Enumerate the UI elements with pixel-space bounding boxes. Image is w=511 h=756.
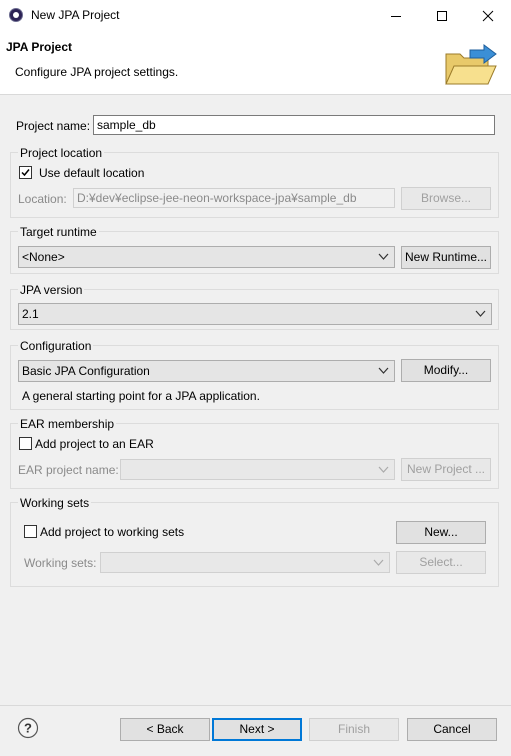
finish-button[interactable]: Finish [309,718,399,741]
new-runtime-button[interactable]: New Runtime... [401,246,491,269]
checkmark-icon [21,169,30,177]
target-runtime-group-label: Target runtime [18,225,99,239]
working-sets-label: Working sets: [24,556,97,570]
chevron-down-icon [475,310,486,317]
modify-button[interactable]: Modify... [401,359,491,382]
add-to-ear-label: Add project to an EAR [35,437,154,451]
project-location-group-label: Project location [18,146,105,160]
jpa-version-group-label: JPA version [18,283,85,297]
chevron-down-icon [373,559,384,566]
next-button[interactable]: Next > [212,718,302,741]
target-runtime-value: <None> [22,250,65,264]
configuration-select[interactable]: Basic JPA Configuration [18,360,395,382]
configuration-value: Basic JPA Configuration [22,364,150,378]
location-input[interactable]: D:¥dev¥eclipse-jee-neon-workspace-jpa¥sa… [73,188,395,208]
footer-separator [0,705,511,706]
working-sets-group [10,502,499,587]
minimize-icon[interactable] [373,0,419,31]
svg-text:?: ? [24,721,32,736]
chevron-down-icon [378,466,389,473]
jpa-version-value: 2.1 [22,307,39,321]
new-working-set-button[interactable]: New... [396,521,486,544]
location-label: Location: [18,192,67,206]
folder-wizard-icon [440,40,500,92]
help-icon[interactable]: ? [17,717,39,739]
ear-project-select[interactable] [120,459,395,480]
select-working-sets-button[interactable]: Select... [396,551,486,574]
maximize-icon[interactable] [419,0,465,31]
add-to-working-sets-label: Add project to working sets [40,525,185,539]
new-ear-project-button[interactable]: New Project ... [401,458,491,481]
window-title: New JPA Project [31,8,120,22]
back-button[interactable]: < Back [120,718,210,741]
use-default-location-label: Use default location [39,166,145,180]
project-name-label: Project name: [16,119,91,133]
ear-project-name-label: EAR project name: [18,463,119,477]
working-sets-group-label: Working sets [18,496,92,510]
cancel-button[interactable]: Cancel [407,718,497,741]
configuration-group-label: Configuration [18,339,94,353]
use-default-location-checkbox[interactable] [19,166,32,179]
page-description: Configure JPA project settings. [15,65,179,79]
add-to-working-sets-checkbox[interactable] [24,525,37,538]
project-name-input[interactable]: sample_db [93,115,495,135]
close-icon[interactable] [465,0,511,31]
configuration-description: A general starting point for a JPA appli… [22,389,260,403]
chevron-down-icon [378,367,389,374]
chevron-down-icon [378,253,389,260]
add-to-ear-checkbox[interactable] [19,437,32,450]
jpa-version-select[interactable]: 2.1 [18,303,492,325]
page-title: JPA Project [6,40,73,54]
app-icon [9,8,23,22]
working-sets-select[interactable] [100,552,390,573]
target-runtime-select[interactable]: <None> [18,246,395,268]
browse-button[interactable]: Browse... [401,187,491,210]
wizard-header [0,31,511,95]
ear-membership-group-label: EAR membership [18,417,117,431]
